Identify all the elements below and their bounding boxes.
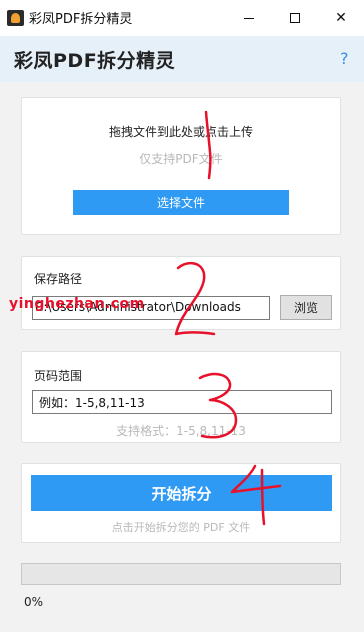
start-split-button[interactable]: 开始拆分 (31, 475, 332, 511)
app-header: 彩凤PDF拆分精灵 ? (0, 36, 364, 82)
page-range-hint: 支持格式：1-5,8,11-13 (116, 424, 246, 438)
maximize-button[interactable] (272, 0, 318, 36)
page-range-label: 页码范围 (34, 369, 83, 383)
minimize-button[interactable] (226, 0, 272, 36)
start-hint: 点击开始拆分您的 PDF 文件 (111, 521, 251, 534)
maximize-icon (290, 13, 300, 23)
progress-percent: 0% (24, 595, 44, 609)
window-titlebar[interactable]: 彩凤PDF拆分精灵 ✕ (0, 0, 364, 36)
upload-title: 拖拽文件到此处或点击上传 (108, 125, 253, 139)
progress-bar (21, 563, 341, 585)
watermark-text: yinghezhan.com (9, 296, 145, 312)
minimize-icon (244, 17, 254, 19)
help-icon[interactable]: ? (340, 49, 349, 68)
browse-button[interactable]: 浏览 (280, 295, 332, 320)
upload-dropzone[interactable]: 拖拽文件到此处或点击上传 仅支持PDF文件 选择文件 (21, 97, 341, 235)
choose-file-button[interactable]: 选择文件 (73, 190, 289, 215)
page-title: 彩凤PDF拆分精灵 (14, 50, 176, 72)
close-icon: ✕ (335, 10, 347, 26)
start-section: 开始拆分 点击开始拆分您的 PDF 文件 (21, 463, 341, 543)
window-title: 彩凤PDF拆分精灵 (29, 12, 133, 27)
save-path-section: 保存路径 C:\Users\Administrator\Downloads 浏览 (21, 256, 341, 330)
app-logo-icon (7, 10, 24, 26)
save-path-label: 保存路径 (34, 272, 83, 286)
page-range-section: 页码范围 例如：1-5,8,11-13 支持格式：1-5,8,11-13 (21, 351, 341, 443)
close-button[interactable]: ✕ (318, 0, 364, 36)
upload-hint: 仅支持PDF文件 (139, 152, 223, 166)
page-range-input[interactable]: 例如：1-5,8,11-13 (32, 390, 332, 414)
